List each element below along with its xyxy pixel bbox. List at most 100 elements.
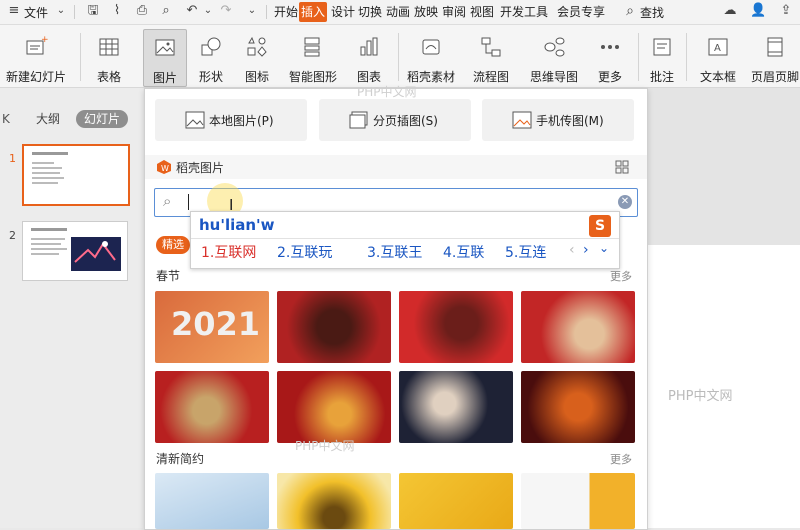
more-link[interactable]: 更多 <box>610 268 632 284</box>
prev-page-icon[interactable]: ‹ <box>569 242 575 258</box>
textbox-label: 文本框 <box>699 70 736 84</box>
spring-festival-image[interactable] <box>399 291 513 363</box>
mindmap-button[interactable]: 思维导图 <box>524 29 584 85</box>
watermark: PHP中文网 <box>295 439 355 453</box>
more-link[interactable]: 更多 <box>610 451 632 467</box>
divider <box>191 238 619 239</box>
share-icon[interactable]: ⇪ <box>778 3 794 19</box>
format-painter-icon[interactable]: ⌇ <box>109 3 125 19</box>
page-picture-icon <box>349 111 368 129</box>
tab-animation[interactable]: 动画 <box>384 2 412 22</box>
page-picture-button[interactable]: 分页插图(S) <box>319 99 471 141</box>
user-add-icon[interactable]: 👤 <box>750 3 766 19</box>
ime-candidate[interactable]: 4.互联 <box>443 242 484 262</box>
shape-label: 形状 <box>198 70 223 84</box>
spring-festival-image[interactable] <box>277 371 391 443</box>
tab-slideshow[interactable]: 放映 <box>412 2 440 22</box>
tab-slides[interactable]: 幻灯片 <box>76 110 129 128</box>
clear-icon[interactable]: ✕ <box>618 195 632 209</box>
slide-thumbnail[interactable] <box>22 144 130 206</box>
slide-thumbnail[interactable] <box>22 221 128 281</box>
chevron-down-icon[interactable]: ⌄ <box>244 3 260 19</box>
file-menu[interactable]: 文件 <box>24 4 48 21</box>
print-icon[interactable]: ⎙ <box>134 3 150 19</box>
undo-icon[interactable]: ↶ <box>184 3 200 19</box>
local-picture-label: 本地图片(P) <box>209 114 274 128</box>
material-button[interactable]: 稻壳素材 <box>404 29 458 85</box>
divider <box>266 5 267 19</box>
icon-button[interactable]: 图标 <box>236 29 278 85</box>
ime-candidate[interactable]: 2.互联玩 <box>277 242 332 262</box>
grid-view-icon[interactable] <box>615 160 629 174</box>
tab-view[interactable]: 视图 <box>468 2 496 22</box>
spring-festival-image[interactable] <box>277 291 391 363</box>
tab-review[interactable]: 审阅 <box>440 2 468 22</box>
expand-icon[interactable]: ⌄ <box>599 241 609 255</box>
header-footer-button[interactable]: 页眉页脚 <box>750 29 800 85</box>
local-picture-button[interactable]: 本地图片(P) <box>155 99 307 141</box>
flowchart-button[interactable]: 流程图 <box>464 29 518 85</box>
more-button[interactable]: 更多 <box>588 29 632 85</box>
tab-outline[interactable]: 大纲 <box>28 110 68 128</box>
next-page-icon[interactable]: › <box>583 242 589 258</box>
chart-button[interactable]: 图表 <box>348 29 390 85</box>
new-slide-icon: + <box>26 35 48 55</box>
redo-icon[interactable]: ↷ <box>218 3 234 19</box>
shape-button[interactable]: 形状 <box>190 29 232 85</box>
phone-picture-button[interactable]: 手机传图(M) <box>482 99 634 141</box>
fresh-style-image[interactable] <box>521 473 635 529</box>
ime-candidate[interactable]: 1.互联网 <box>201 242 256 262</box>
comment-icon <box>653 38 671 56</box>
material-icon <box>422 39 440 55</box>
section-title: 清新简约 <box>156 452 205 466</box>
spring-festival-image[interactable] <box>155 371 269 443</box>
section-title: 春节 <box>156 269 181 283</box>
print-preview-icon[interactable]: ⌕ <box>158 3 174 19</box>
menu-bar: ≡ 文件 ⌄ 🖫 ⌇ ⎙ ⌕ ↶ ⌄ ↷ ⌄ 开始 插入 设计 切换 动画 放映… <box>0 0 800 25</box>
mindmap-label: 思维导图 <box>529 70 578 84</box>
spring-festival-image[interactable] <box>399 371 513 443</box>
wave-picture-title: 稻壳图片 <box>176 161 225 175</box>
chevron-down-icon[interactable]: ⌄ <box>53 3 69 19</box>
tab-insert[interactable]: 插入 <box>299 2 328 22</box>
textbox-icon: A <box>708 38 728 56</box>
comment-button[interactable]: 批注 <box>644 29 680 85</box>
slide-number: 1 <box>9 152 16 165</box>
collapse-icon[interactable]: K <box>2 112 10 126</box>
tab-transition[interactable]: 切换 <box>356 2 384 22</box>
picture-label: 图片 <box>152 71 177 85</box>
spring-festival-image[interactable] <box>521 291 635 363</box>
fresh-style-image[interactable] <box>399 473 513 529</box>
table-icon <box>99 38 119 56</box>
shape-icon <box>201 37 221 56</box>
divider <box>686 33 687 81</box>
sogou-logo-icon[interactable]: S <box>589 215 611 237</box>
textbox-button[interactable]: A 文本框 <box>692 29 744 85</box>
tab-home[interactable]: 开始 <box>272 2 300 22</box>
picture-icon <box>185 111 205 129</box>
fresh-style-image[interactable] <box>155 473 269 529</box>
tab-design[interactable]: 设计 <box>329 2 357 22</box>
menu-icon[interactable]: ≡ <box>6 3 22 19</box>
ime-candidate[interactable]: 5.互连 <box>505 242 546 262</box>
tab-developer[interactable]: 开发工具 <box>498 2 550 22</box>
fresh-style-image[interactable] <box>277 473 391 529</box>
cloud-sync-icon[interactable]: ☁ <box>722 3 738 19</box>
table-button[interactable]: 表格 <box>88 29 130 85</box>
smartart-button[interactable]: 智能图形 <box>282 29 344 85</box>
chevron-down-icon[interactable]: ⌄ <box>200 3 216 19</box>
spring-festival-image[interactable]: 2021 <box>155 291 269 363</box>
save-icon[interactable]: 🖫 <box>85 3 101 19</box>
spring-festival-image[interactable] <box>521 371 635 443</box>
flowchart-icon <box>481 37 501 57</box>
ime-candidate[interactable]: 3.互联王 <box>367 242 422 262</box>
featured-tag[interactable]: 精选 <box>156 236 190 254</box>
phone-picture-label: 手机传图(M) <box>536 114 604 128</box>
picture-button[interactable]: 图片 <box>143 29 187 87</box>
watermark: PHP中文网 <box>668 389 733 404</box>
mindmap-icon <box>544 37 565 57</box>
new-slide-button[interactable]: + 新建幻灯片 <box>0 29 72 85</box>
tab-member[interactable]: 会员专享 <box>555 2 607 22</box>
search-icon[interactable]: ⌕ <box>622 3 638 19</box>
search-label[interactable]: 查找 <box>640 4 664 21</box>
